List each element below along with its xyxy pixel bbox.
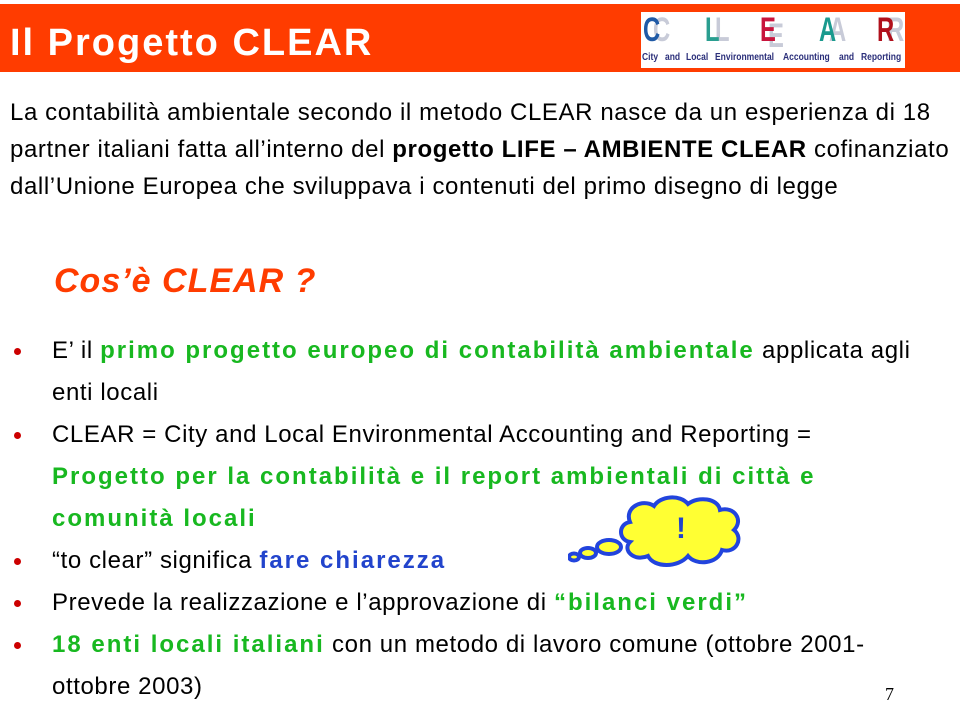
bullet-icon: [14, 432, 21, 439]
clear-logo: C C L L E E A A R R City and Local Envir…: [641, 12, 905, 68]
bullet-text: CLEAR = City and Local Environmental Acc…: [52, 421, 812, 448]
bullet-item: E’ il primo progetto europeo di contabil…: [0, 330, 912, 414]
bullet-highlight: fare chiarezza: [259, 547, 447, 574]
slide-title: Il Progetto CLEAR: [10, 22, 374, 64]
bullet-highlight: “bilanci verdi”: [553, 589, 749, 616]
intro-project-name: progetto LIFE – AMBIENTE CLEAR: [392, 136, 807, 163]
bullet-list: E’ il primo progetto europeo di contabil…: [0, 330, 960, 708]
logo-letter-r: R: [877, 11, 895, 49]
bullet-text: “to clear” significa: [52, 547, 260, 574]
logo-tagline: City and Local Environmental Accounting …: [641, 52, 905, 66]
exclamation-mark: !: [676, 512, 686, 545]
tagline-word: Reporting: [861, 52, 902, 63]
bullet-text: E’ il: [52, 337, 101, 364]
logo-letter-e: E: [760, 11, 776, 49]
bullet-icon: [14, 348, 21, 355]
thought-bubble-dot: [595, 538, 623, 556]
logo-letter-c: C: [643, 11, 661, 49]
bullet-text: Prevede la realizzazione e l’approvazion…: [52, 589, 554, 616]
tagline-word: Local: [686, 52, 709, 63]
bullet-icon: [14, 600, 21, 607]
tagline-word: City: [642, 52, 659, 63]
tagline-word: Environmental: [715, 52, 775, 63]
tagline-word: and: [839, 52, 855, 63]
logo-letter-a: A: [819, 11, 837, 49]
bullet-highlight: primo progetto europeo di contabilità am…: [100, 337, 755, 364]
thought-bubble-dot: [578, 546, 598, 560]
section-subtitle: Cos’è CLEAR ?: [54, 262, 317, 300]
page-number: 7: [885, 684, 894, 704]
bullet-icon: [14, 558, 21, 565]
bullet-icon: [14, 642, 21, 649]
tagline-word: Accounting: [783, 52, 830, 63]
logo-letter-l: L: [705, 11, 720, 49]
intro-paragraph: La contabilità ambientale secondo il met…: [10, 94, 955, 205]
bullet-highlight: 18 enti locali italiani: [52, 631, 325, 658]
thought-bubble-dot: [568, 551, 581, 563]
tagline-word: and: [665, 52, 681, 63]
bullet-item: Prevede la realizzazione e l’approvazion…: [0, 582, 912, 624]
thought-cloud-icon: [568, 495, 741, 567]
bullet-item: 18 enti locali italiani con un metodo di…: [0, 624, 912, 708]
